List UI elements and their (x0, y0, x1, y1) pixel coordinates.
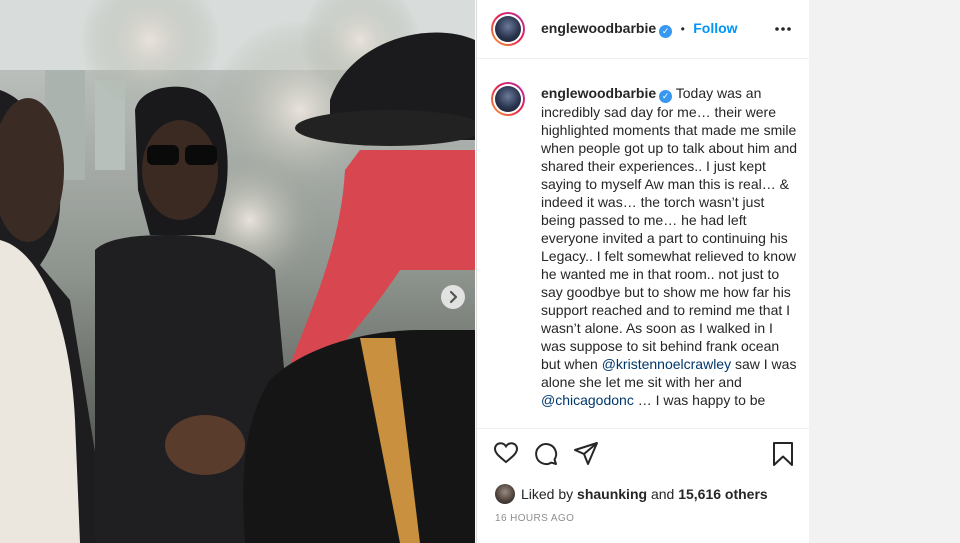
more-options-icon[interactable] (773, 20, 793, 38)
caption-text-1: Today was an incredibly sad day for me… … (541, 85, 798, 372)
page-background (809, 0, 960, 543)
likes-others-count[interactable]: 15,616 others (678, 486, 768, 502)
likes-summary: Liked by shaunking and 15,616 others (495, 484, 768, 504)
comment-icon[interactable] (533, 441, 559, 467)
follow-button[interactable]: Follow (693, 20, 737, 36)
liker-avatar[interactable] (495, 484, 515, 504)
mention-link[interactable]: @chicagodonc (541, 392, 634, 408)
caption-text-3: … I was happy to be (633, 392, 766, 408)
bookmark-icon[interactable] (771, 441, 795, 467)
post-header: englewoodbarbie ✓ • Follow (477, 0, 809, 59)
post-side-panel: englewoodbarbie ✓ • Follow englewoodbarbi… (476, 0, 810, 543)
photo-image (0, 0, 475, 543)
heart-icon[interactable] (493, 441, 519, 465)
likes-and-label: and (650, 486, 675, 502)
caption-username[interactable]: englewoodbarbie (541, 85, 656, 101)
verified-badge-icon: ✓ (659, 25, 673, 38)
chevron-right-icon (449, 290, 458, 304)
next-image-button[interactable] (441, 285, 465, 309)
share-icon[interactable] (573, 441, 599, 467)
caption-avatar[interactable] (491, 82, 525, 116)
header-username[interactable]: englewoodbarbie (541, 20, 656, 36)
verified-badge-icon: ✓ (659, 90, 673, 103)
liked-by-label: Liked by (521, 486, 574, 502)
avatar[interactable] (491, 12, 525, 46)
post-photo[interactable] (0, 0, 475, 543)
action-bar (477, 428, 809, 479)
separator-dot: • (680, 22, 685, 36)
post-timestamp[interactable]: 16 HOURS AGO (495, 513, 574, 524)
post-caption: englewoodbarbie ✓ Today was an incredibly… (541, 84, 799, 409)
mention-link[interactable]: @kristennoelcrawley (602, 356, 731, 372)
liker-username[interactable]: shaunking (577, 486, 647, 502)
header-user-line: englewoodbarbie ✓ • Follow (541, 20, 738, 38)
